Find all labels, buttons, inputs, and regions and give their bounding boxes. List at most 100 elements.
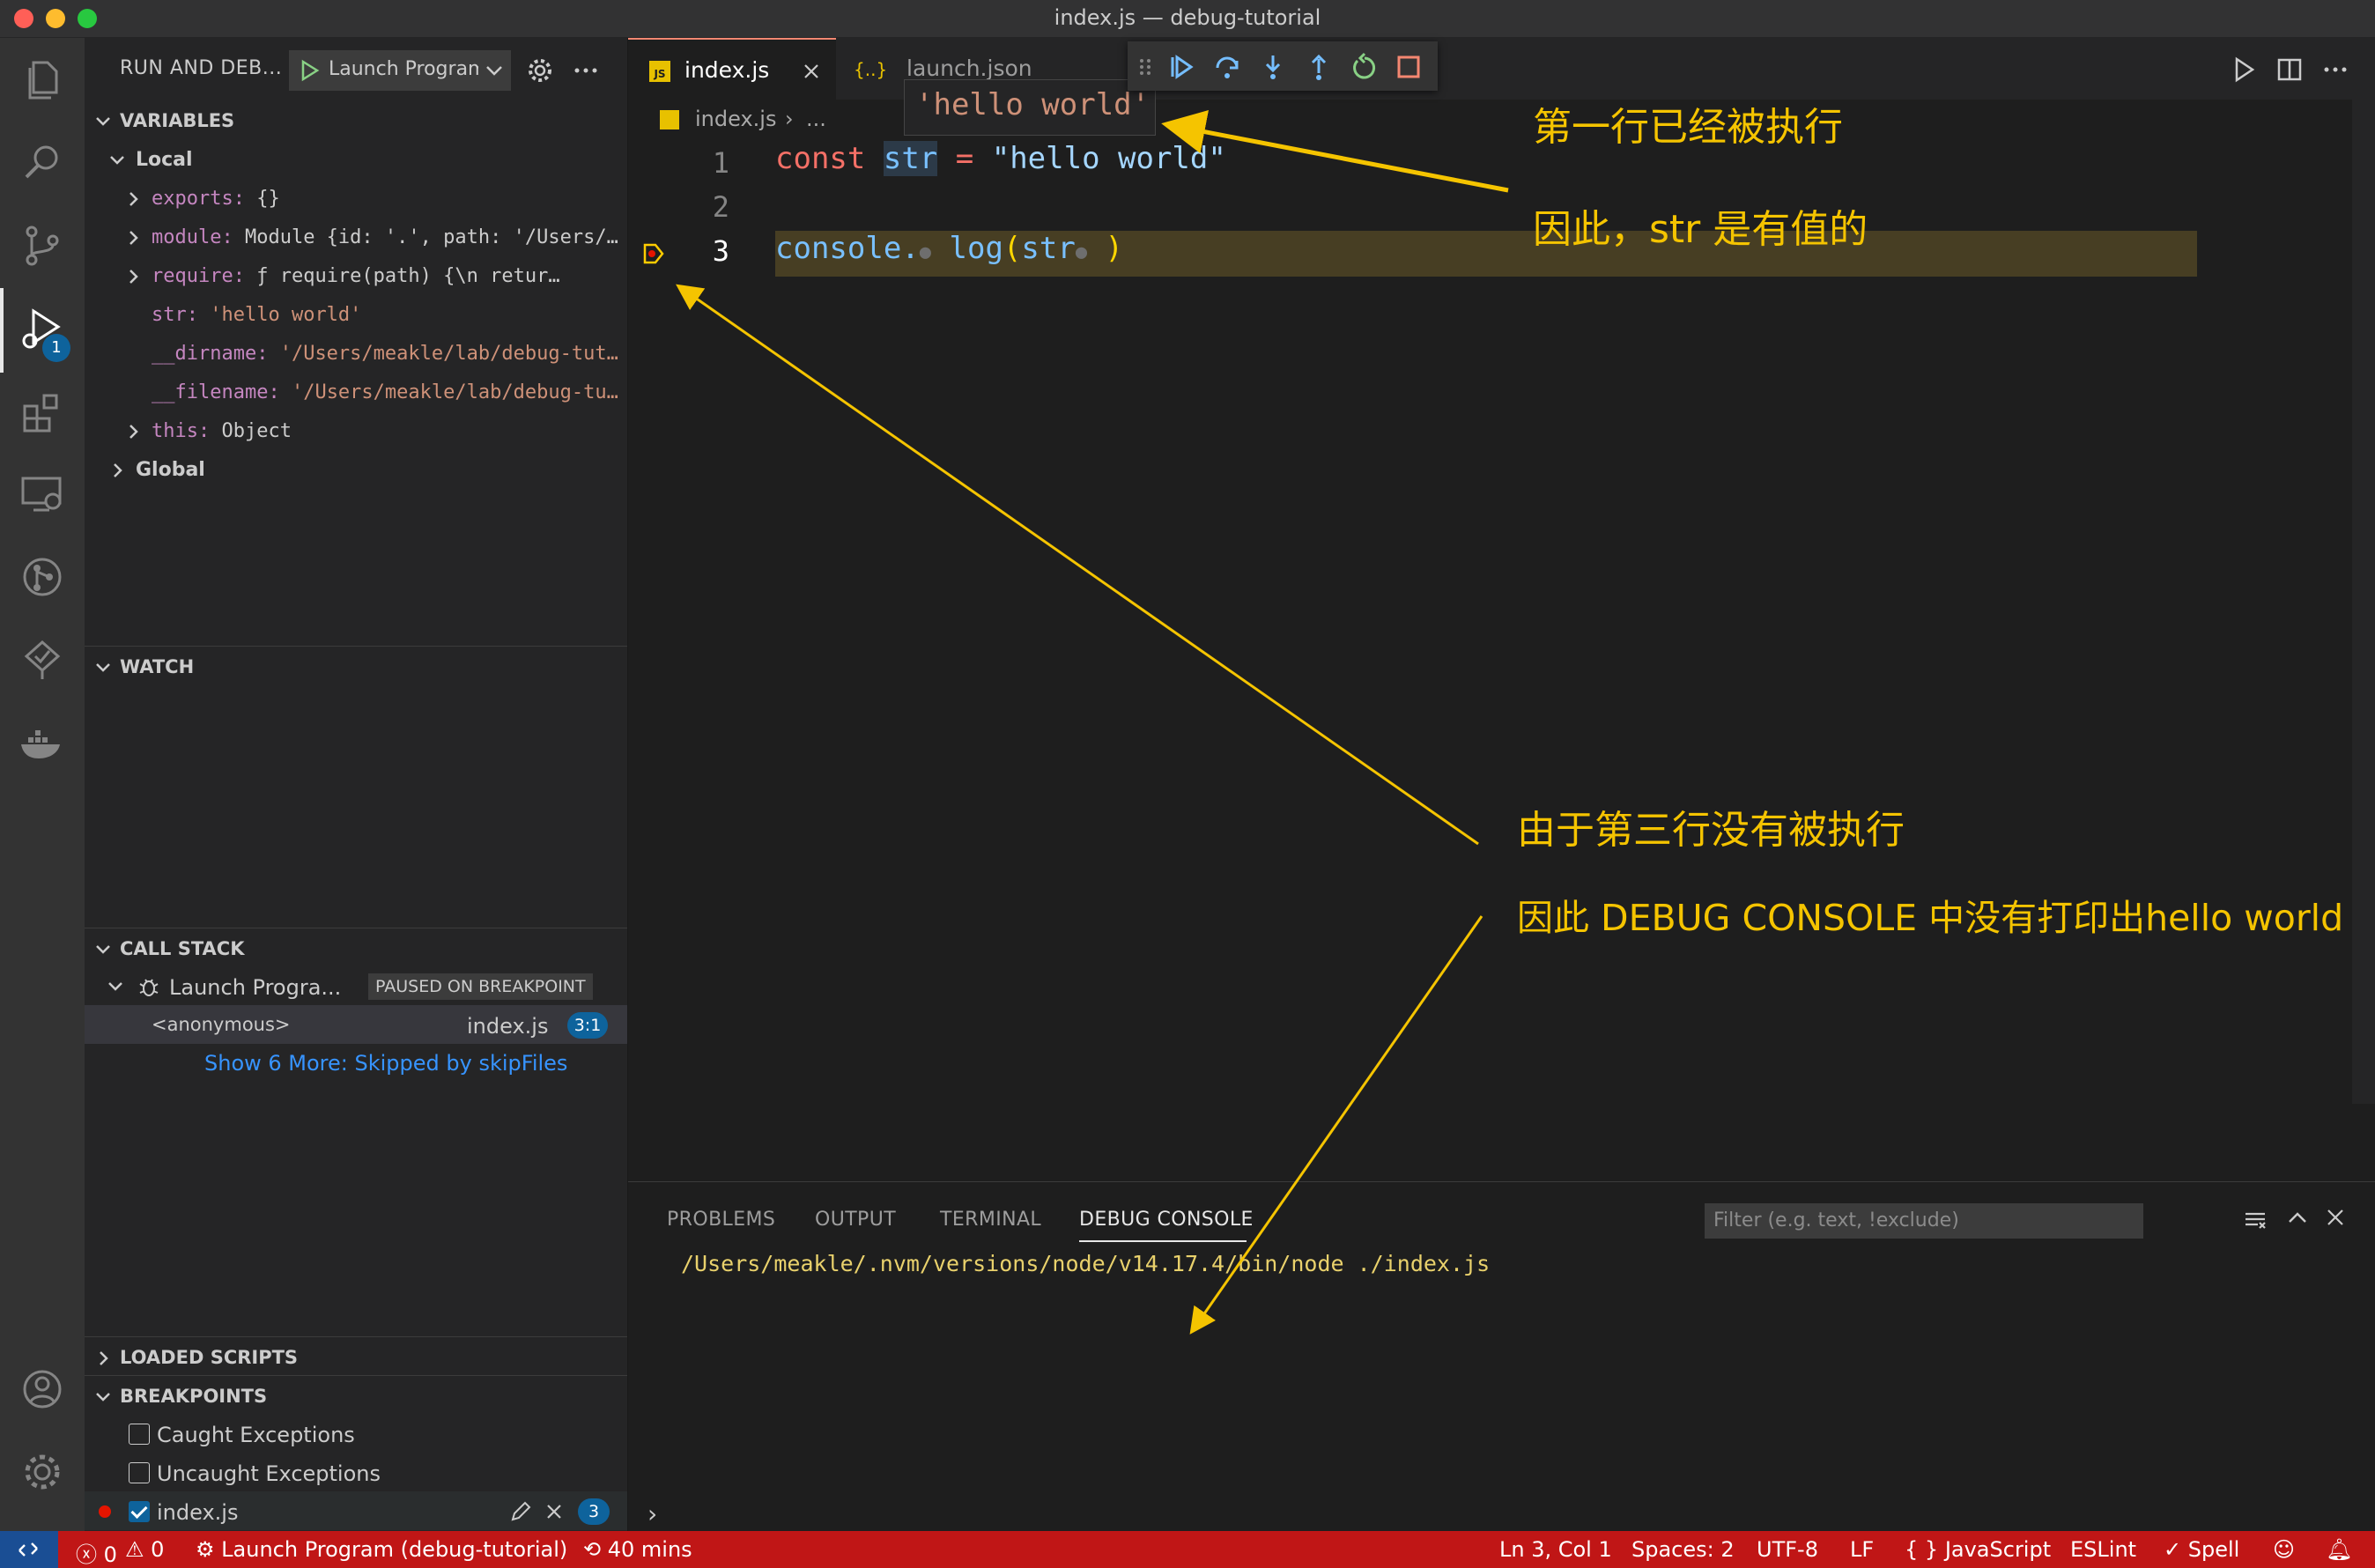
run-file-icon[interactable] (2230, 55, 2258, 84)
drag-handle-icon[interactable] (1136, 52, 1154, 82)
chevron-down-icon (108, 982, 122, 991)
tab-output[interactable]: OUTPUT (815, 1209, 896, 1231)
variables-scope-global[interactable]: Global (85, 450, 627, 489)
code-editor[interactable] (628, 142, 2375, 1181)
breadcrumb-symbols[interactable]: ... (806, 107, 826, 131)
watch-section-header[interactable]: WATCH (85, 647, 627, 686)
debug-console-output: /Users/meakle/.nvm/versions/node/v14.17.… (681, 1251, 1491, 1276)
sidebar-header: RUN AND DEB... Launch Program (85, 38, 627, 103)
start-debugging-icon[interactable] (297, 58, 322, 83)
restart-icon[interactable] (1350, 52, 1380, 82)
launch-config-label: Launch Program (329, 58, 478, 80)
remove-breakpoint-icon[interactable] (544, 1502, 564, 1521)
errors-count[interactable]: ⓧ 0 (76, 1537, 117, 1568)
loaded-scripts-section-header[interactable]: LOADED SCRIPTS (85, 1338, 627, 1377)
close-panel-icon[interactable] (2325, 1207, 2346, 1228)
call-stack-session[interactable]: Launch Progra... PAUSED ON BREAKPOINT (85, 966, 627, 1005)
split-editor-icon[interactable] (2275, 55, 2304, 84)
account-icon[interactable] (16, 1363, 69, 1416)
caught-exceptions-checkbox[interactable] (129, 1424, 150, 1445)
more-actions-icon[interactable] (571, 55, 601, 85)
console-prompt-chevron-icon[interactable]: › (647, 1499, 657, 1528)
section-divider (85, 646, 627, 647)
indentation[interactable]: Spaces: 2 (1631, 1537, 1735, 1562)
gear-icon[interactable] (525, 55, 555, 85)
chevron-down-icon (96, 945, 110, 954)
files-icon[interactable] (16, 54, 69, 107)
variable-filename[interactable]: __filename: '/Users/meakle/lab/debug-tu… (85, 373, 627, 411)
maximize-panel-icon[interactable] (2286, 1207, 2309, 1230)
launch-config-select[interactable]: Launch Program (289, 50, 511, 91)
stop-icon[interactable] (1394, 52, 1424, 82)
run-debug-sidebar: RUN AND DEB... Launch Program VARIABLES … (85, 38, 628, 1531)
continue-icon[interactable] (1166, 52, 1196, 82)
variable-dirname[interactable]: __dirname: '/Users/meakle/lab/debug-tut… (85, 334, 627, 373)
git-graph-icon[interactable] (16, 551, 69, 603)
show-more-frames-link[interactable]: Show 6 More: Skipped by skipFiles (85, 1042, 627, 1081)
breakpoint-index-js[interactable]: index.js 3 (85, 1491, 627, 1530)
search-icon[interactable] (16, 137, 69, 189)
notifications-bell-icon[interactable]: 🔔︎ (2326, 1537, 2352, 1562)
tab-problems[interactable]: PROBLEMS (667, 1209, 775, 1231)
javascript-file-icon (660, 110, 679, 129)
file-encoding[interactable]: UTF-8 (1757, 1537, 1818, 1562)
editor-scrollbar[interactable] (2352, 100, 2375, 1104)
edit-pencil-icon[interactable] (509, 1500, 532, 1523)
variable-module[interactable]: module: Module {id: '.', path: '/Users/… (85, 218, 627, 256)
settings-gear-icon[interactable] (16, 1446, 69, 1498)
source-control-icon[interactable] (16, 219, 69, 272)
uncaught-exceptions-checkbox[interactable] (129, 1462, 150, 1483)
end-of-line[interactable]: LF (1850, 1537, 1874, 1562)
paused-breakpoint-arrow-icon (643, 243, 664, 264)
remote-icon (18, 1542, 38, 1557)
feedback-icon[interactable]: ☺ (2273, 1537, 2295, 1562)
remote-explorer-icon[interactable] (16, 468, 69, 521)
language-mode[interactable]: { } JavaScript (1905, 1537, 2051, 1562)
chevron-right-icon (114, 463, 122, 477)
spell-check-status[interactable]: ✓ Spell (2164, 1537, 2239, 1562)
variable-str[interactable]: str: 'hello world' (85, 295, 627, 334)
extensions-icon[interactable] (16, 385, 69, 438)
more-actions-icon[interactable] (2321, 55, 2349, 84)
braces-icon: { } (1905, 1537, 1939, 1562)
cursor-position[interactable]: Ln 3, Col 1 (1499, 1537, 1612, 1562)
clear-console-icon[interactable] (2242, 1207, 2268, 1233)
tab-debug-console[interactable]: DEBUG CONSOLE (1079, 1209, 1254, 1231)
chevron-right-icon (100, 1351, 108, 1365)
remote-indicator[interactable] (0, 1531, 58, 1568)
chevron-down-icon (110, 156, 124, 165)
close-tab-icon[interactable] (803, 63, 820, 80)
call-stack-section-header[interactable]: CALL STACK (85, 929, 627, 968)
variables-section-header[interactable]: VARIABLES (85, 101, 627, 140)
call-stack-frame[interactable]: <anonymous> index.js 3:1 (85, 1005, 627, 1044)
active-view-indicator (0, 288, 4, 373)
docker-icon[interactable] (16, 716, 69, 769)
tab-index-js[interactable]: JS index.js (628, 38, 836, 101)
variable-this[interactable]: this: Object (85, 411, 627, 450)
debug-icon: ⚙ (196, 1537, 215, 1562)
step-into-icon[interactable] (1258, 52, 1288, 82)
breakpoint-dot-icon (99, 1505, 111, 1518)
breadcrumb-chevron-icon: › (785, 107, 794, 131)
session-time[interactable]: ⟲ 40 mins (583, 1537, 692, 1562)
breadcrumb-file[interactable]: index.js (695, 107, 776, 131)
tab-terminal[interactable]: TERMINAL (940, 1209, 1041, 1231)
variable-require[interactable]: require: ƒ require(path) {\n retur… (85, 256, 627, 295)
variables-scope-local[interactable]: Local (85, 140, 627, 179)
eslint-status[interactable]: ESLint (2070, 1537, 2136, 1562)
annotation-console-empty: 因此 DEBUG CONSOLE 中没有打印出hello world (1517, 897, 2344, 939)
breakpoints-section-header[interactable]: BREAKPOINTS (85, 1377, 627, 1416)
debug-launch-status[interactable]: ⚙ Launch Program (debug-tutorial) (196, 1537, 567, 1562)
breakpoint-caught-exceptions[interactable]: Caught Exceptions (85, 1414, 627, 1453)
testing-icon[interactable] (16, 633, 69, 686)
breakpoint-uncaught-exceptions[interactable]: Uncaught Exceptions (85, 1453, 627, 1491)
step-out-icon[interactable] (1304, 52, 1334, 82)
breadcrumb: index.js › ... (628, 100, 2375, 142)
index-js-breakpoint-checkbox[interactable] (129, 1501, 150, 1522)
step-over-icon[interactable] (1212, 52, 1242, 82)
title-bar: index.js — debug-tutorial (0, 0, 2375, 38)
debug-console-filter-input[interactable]: Filter (e.g. text, !exclude) (1705, 1203, 2143, 1239)
warnings-count[interactable]: ⚠ 0 (125, 1537, 164, 1562)
variable-exports[interactable]: exports: {} (85, 179, 627, 218)
javascript-file-icon: JS (649, 61, 670, 82)
